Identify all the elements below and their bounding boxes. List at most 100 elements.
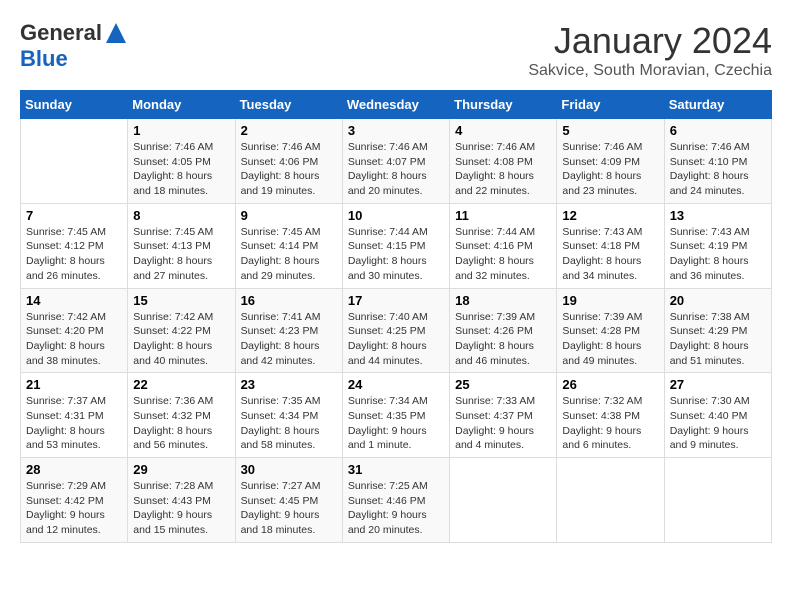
day-number: 21 [26, 377, 122, 392]
title-block: January 2024 Sakvice, South Moravian, Cz… [528, 20, 772, 80]
calendar-cell: 15Sunrise: 7:42 AMSunset: 4:22 PMDayligh… [128, 288, 235, 373]
calendar-cell: 29Sunrise: 7:28 AMSunset: 4:43 PMDayligh… [128, 458, 235, 543]
day-detail: Sunrise: 7:35 AMSunset: 4:34 PMDaylight:… [241, 394, 337, 453]
day-number: 8 [133, 208, 229, 223]
calendar-cell: 1 Sunrise: 7:46 AMSunset: 4:05 PMDaylight… [128, 119, 235, 204]
calendar-week-row: 21 Sunrise: 7:37 AMSunset: 4:31 PMDayligh… [21, 373, 772, 458]
day-detail: Sunrise: 7:46 AMSunset: 4:06 PMDaylight:… [241, 140, 337, 199]
calendar-cell: 26 Sunrise: 7:32 AMSunset: 4:38 PMDayligh… [557, 373, 664, 458]
day-number: 16 [241, 293, 337, 308]
logo: General Blue [20, 20, 126, 72]
calendar-cell: 20 Sunrise: 7:38 AMSunset: 4:29 PMDayligh… [664, 288, 771, 373]
day-number: 30 [241, 462, 337, 477]
calendar-cell: 30 Sunrise: 7:27 AMSunset: 4:45 PMDayligh… [235, 458, 342, 543]
day-number: 3 [348, 123, 444, 138]
weekday-header-cell: Wednesday [342, 91, 449, 119]
calendar-cell: 22 Sunrise: 7:36 AMSunset: 4:32 PMDayligh… [128, 373, 235, 458]
day-detail: Sunrise: 7:32 AMSunset: 4:38 PMDaylight:… [562, 394, 658, 453]
calendar-cell: 24 Sunrise: 7:34 AMSunset: 4:35 PMDayligh… [342, 373, 449, 458]
calendar-cell: 8 Sunrise: 7:45 AMSunset: 4:13 PMDaylight… [128, 203, 235, 288]
day-number: 23 [241, 377, 337, 392]
day-number: 2 [241, 123, 337, 138]
day-detail: Sunrise: 7:25 AMSunset: 4:46 PMDaylight:… [348, 479, 444, 538]
calendar-table: SundayMondayTuesdayWednesdayThursdayFrid… [20, 90, 772, 543]
calendar-cell: 27 Sunrise: 7:30 AMSunset: 4:40 PMDayligh… [664, 373, 771, 458]
calendar-cell [557, 458, 664, 543]
day-detail: Sunrise: 7:45 AMSunset: 4:13 PMDaylight:… [133, 225, 229, 284]
day-detail: Sunrise: 7:44 AMSunset: 4:16 PMDaylight:… [455, 225, 551, 284]
weekday-header-row: SundayMondayTuesdayWednesdayThursdayFrid… [21, 91, 772, 119]
calendar-cell: 23 Sunrise: 7:35 AMSunset: 4:34 PMDayligh… [235, 373, 342, 458]
calendar-cell: 16 Sunrise: 7:41 AMSunset: 4:23 PMDayligh… [235, 288, 342, 373]
calendar-cell [450, 458, 557, 543]
day-detail: Sunrise: 7:30 AMSunset: 4:40 PMDaylight:… [670, 394, 766, 453]
logo-icon [106, 23, 126, 43]
calendar-cell: 25 Sunrise: 7:33 AMSunset: 4:37 PMDayligh… [450, 373, 557, 458]
weekday-header-cell: Friday [557, 91, 664, 119]
day-number: 17 [348, 293, 444, 308]
day-number: 22 [133, 377, 229, 392]
calendar-cell [664, 458, 771, 543]
calendar-week-row: 7 Sunrise: 7:45 AMSunset: 4:12 PMDaylight… [21, 203, 772, 288]
day-number: 20 [670, 293, 766, 308]
calendar-week-row: 14 Sunrise: 7:42 AMSunset: 4:20 PMDayligh… [21, 288, 772, 373]
day-number: 9 [241, 208, 337, 223]
day-number: 12 [562, 208, 658, 223]
day-detail: Sunrise: 7:43 AMSunset: 4:19 PMDaylight:… [670, 225, 766, 284]
page-header: General Blue January 2024 Sakvice, South… [20, 20, 772, 80]
day-detail: Sunrise: 7:46 AMSunset: 4:05 PMDaylight:… [133, 140, 229, 199]
day-number: 7 [26, 208, 122, 223]
day-detail: Sunrise: 7:46 AMSunset: 4:09 PMDaylight:… [562, 140, 658, 199]
calendar-cell: 14 Sunrise: 7:42 AMSunset: 4:20 PMDayligh… [21, 288, 128, 373]
calendar-cell: 2 Sunrise: 7:46 AMSunset: 4:06 PMDaylight… [235, 119, 342, 204]
logo-blue: Blue [20, 46, 126, 72]
day-detail: Sunrise: 7:37 AMSunset: 4:31 PMDaylight:… [26, 394, 122, 453]
day-detail: Sunrise: 7:33 AMSunset: 4:37 PMDaylight:… [455, 394, 551, 453]
calendar-cell: 5Sunrise: 7:46 AMSunset: 4:09 PMDaylight… [557, 119, 664, 204]
day-detail: Sunrise: 7:38 AMSunset: 4:29 PMDaylight:… [670, 310, 766, 369]
day-number: 10 [348, 208, 444, 223]
calendar-cell: 7 Sunrise: 7:45 AMSunset: 4:12 PMDaylight… [21, 203, 128, 288]
day-detail: Sunrise: 7:34 AMSunset: 4:35 PMDaylight:… [348, 394, 444, 453]
calendar-cell: 18Sunrise: 7:39 AMSunset: 4:26 PMDayligh… [450, 288, 557, 373]
calendar-cell: 17 Sunrise: 7:40 AMSunset: 4:25 PMDayligh… [342, 288, 449, 373]
weekday-header-cell: Tuesday [235, 91, 342, 119]
calendar-cell: 6Sunrise: 7:46 AMSunset: 4:10 PMDaylight… [664, 119, 771, 204]
logo-general: General [20, 20, 102, 46]
day-number: 18 [455, 293, 551, 308]
calendar-cell: 4Sunrise: 7:46 AMSunset: 4:08 PMDaylight… [450, 119, 557, 204]
main-title: January 2024 [528, 20, 772, 62]
day-number: 25 [455, 377, 551, 392]
calendar-cell: 13Sunrise: 7:43 AMSunset: 4:19 PMDayligh… [664, 203, 771, 288]
day-detail: Sunrise: 7:46 AMSunset: 4:07 PMDaylight:… [348, 140, 444, 199]
day-number: 28 [26, 462, 122, 477]
subtitle: Sakvice, South Moravian, Czechia [528, 62, 772, 80]
weekday-header-cell: Sunday [21, 91, 128, 119]
day-number: 26 [562, 377, 658, 392]
calendar-cell: 9Sunrise: 7:45 AMSunset: 4:14 PMDaylight… [235, 203, 342, 288]
day-detail: Sunrise: 7:42 AMSunset: 4:20 PMDaylight:… [26, 310, 122, 369]
day-detail: Sunrise: 7:41 AMSunset: 4:23 PMDaylight:… [241, 310, 337, 369]
day-detail: Sunrise: 7:45 AMSunset: 4:12 PMDaylight:… [26, 225, 122, 284]
day-number: 11 [455, 208, 551, 223]
calendar-week-row: 1 Sunrise: 7:46 AMSunset: 4:05 PMDaylight… [21, 119, 772, 204]
day-detail: Sunrise: 7:36 AMSunset: 4:32 PMDaylight:… [133, 394, 229, 453]
calendar-body: 1 Sunrise: 7:46 AMSunset: 4:05 PMDaylight… [21, 119, 772, 543]
weekday-header-cell: Monday [128, 91, 235, 119]
day-detail: Sunrise: 7:39 AMSunset: 4:28 PMDaylight:… [562, 310, 658, 369]
calendar-cell [21, 119, 128, 204]
day-number: 19 [562, 293, 658, 308]
day-detail: Sunrise: 7:29 AMSunset: 4:42 PMDaylight:… [26, 479, 122, 538]
day-detail: Sunrise: 7:44 AMSunset: 4:15 PMDaylight:… [348, 225, 444, 284]
calendar-cell: 21 Sunrise: 7:37 AMSunset: 4:31 PMDayligh… [21, 373, 128, 458]
day-detail: Sunrise: 7:40 AMSunset: 4:25 PMDaylight:… [348, 310, 444, 369]
day-number: 27 [670, 377, 766, 392]
day-detail: Sunrise: 7:27 AMSunset: 4:45 PMDaylight:… [241, 479, 337, 538]
day-number: 14 [26, 293, 122, 308]
day-number: 31 [348, 462, 444, 477]
day-number: 24 [348, 377, 444, 392]
calendar-cell: 10 Sunrise: 7:44 AMSunset: 4:15 PMDayligh… [342, 203, 449, 288]
day-number: 4 [455, 123, 551, 138]
day-number: 1 [133, 123, 229, 138]
calendar-cell: 3 Sunrise: 7:46 AMSunset: 4:07 PMDaylight… [342, 119, 449, 204]
